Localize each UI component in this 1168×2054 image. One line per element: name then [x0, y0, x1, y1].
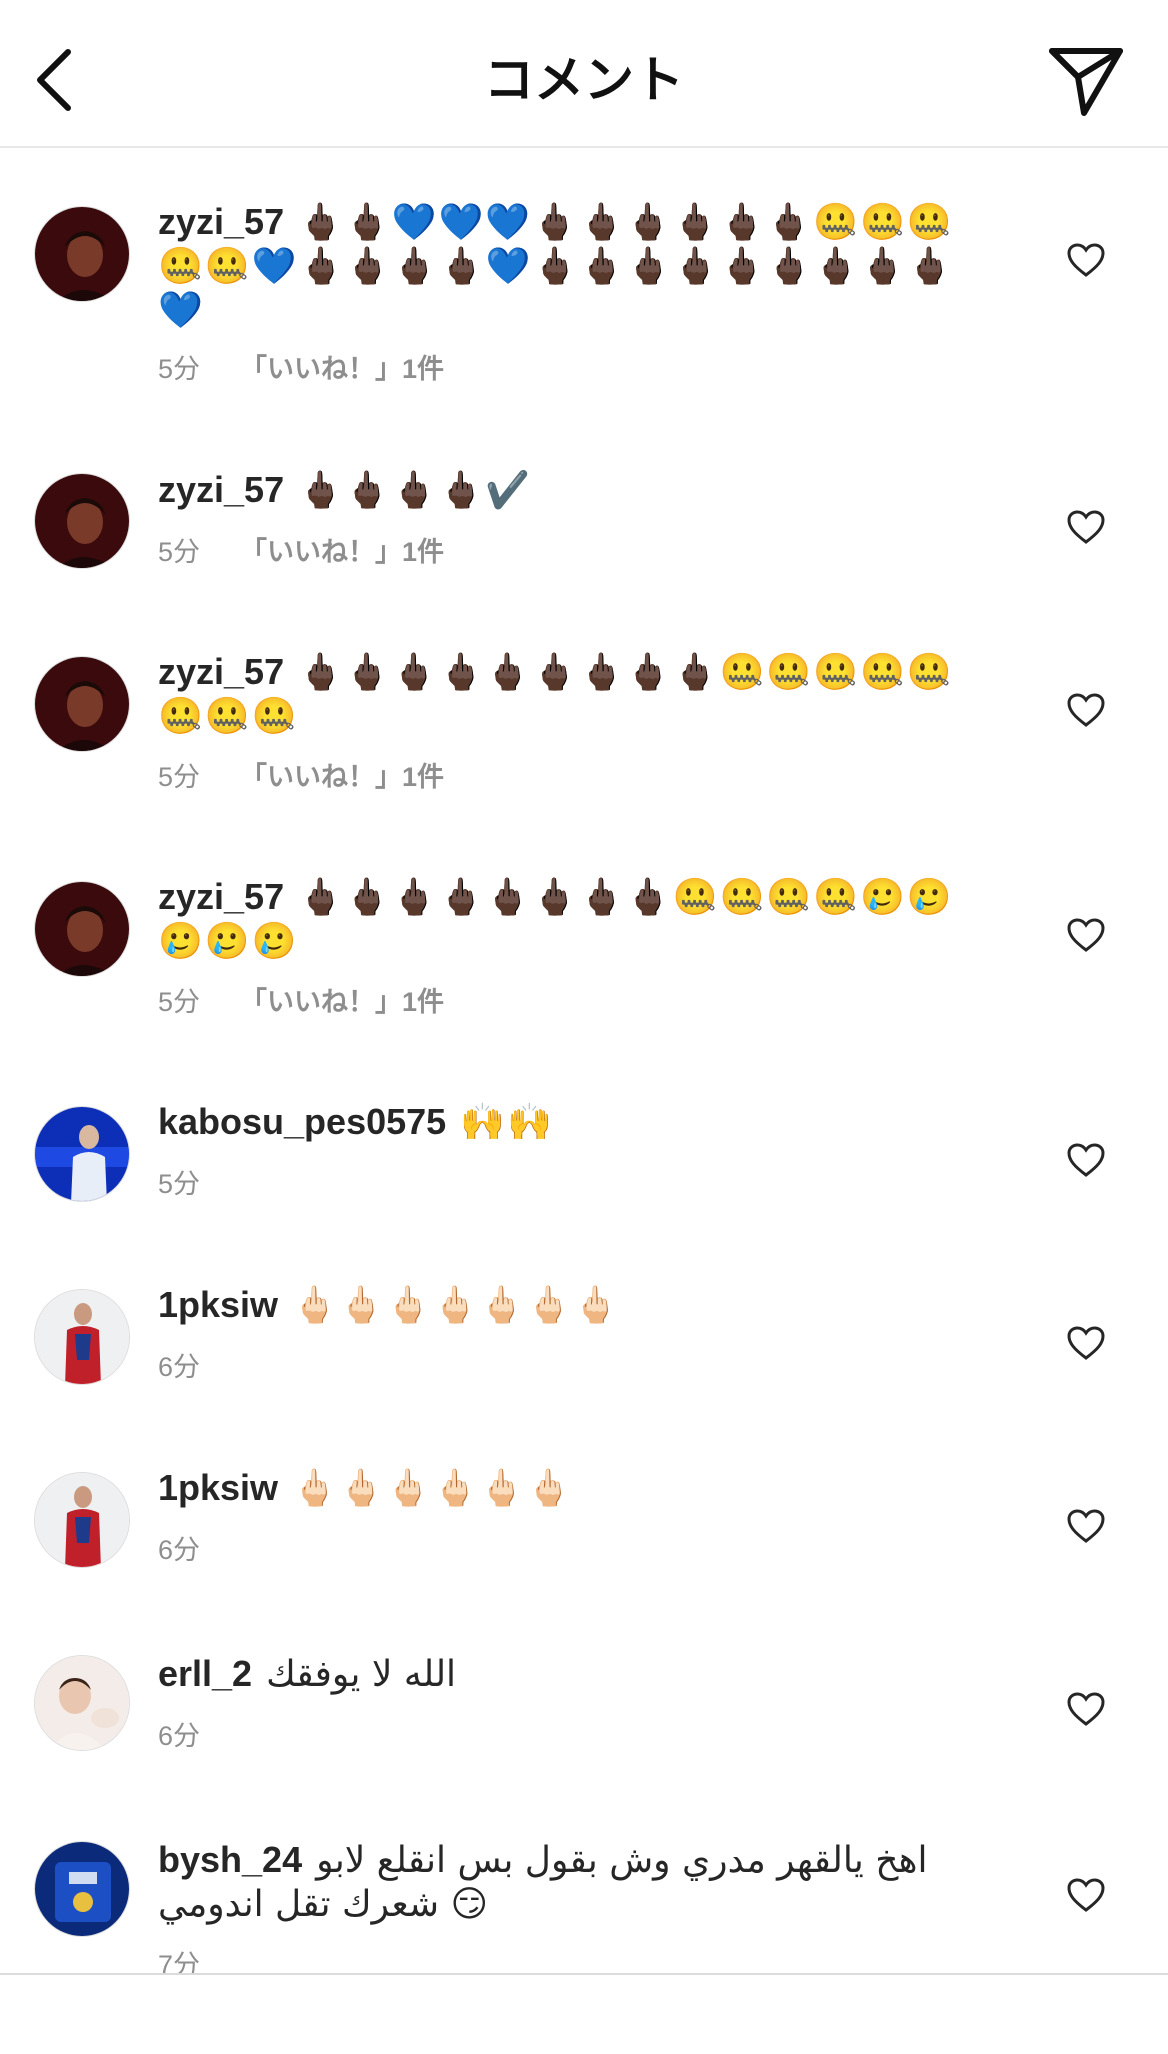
comment-time: 6分: [158, 1721, 201, 1751]
avatar[interactable]: [34, 1841, 130, 1937]
heart-icon: [1067, 918, 1105, 952]
like-button[interactable]: [1062, 236, 1110, 284]
comment-time: 6分: [158, 1535, 201, 1565]
share-button[interactable]: [1044, 40, 1128, 124]
comment-body: zyzi_57 🖕🏿🖕🏿🖕🏿🖕🏿✔️: [158, 468, 968, 512]
header-bar: コメント: [0, 0, 1168, 148]
comment-text: 🖕🏿🖕🏿🖕🏿🖕🏿✔️: [298, 470, 533, 511]
heart-icon: [1067, 243, 1105, 277]
comment-meta: 6分: [158, 1533, 240, 1567]
comment-likes[interactable]: 「いいね！」1件: [240, 762, 444, 792]
comment-username[interactable]: zyzi_57: [158, 201, 284, 242]
comment-time: 5分: [158, 354, 201, 384]
avatar[interactable]: [34, 1472, 130, 1568]
like-button[interactable]: [1062, 1319, 1110, 1367]
comment-text: 🖕🏻🖕🏻🖕🏻🖕🏻🖕🏻🖕🏻🖕🏻: [292, 1285, 620, 1326]
avatar[interactable]: [34, 1106, 130, 1202]
avatar[interactable]: [34, 1289, 130, 1385]
comment-time: 5分: [158, 987, 201, 1017]
comment-body: zyzi_57 🖕🏿🖕🏿🖕🏿🖕🏿🖕🏿🖕🏿🖕🏿🖕🏿🖕🏿🤐🤐🤐🤐🤐🤐🤐🤐: [158, 650, 968, 738]
like-button[interactable]: [1062, 1502, 1110, 1550]
like-button[interactable]: [1062, 911, 1110, 959]
heart-icon: [1067, 1326, 1105, 1360]
like-button[interactable]: [1062, 1136, 1110, 1184]
comment-meta: 5分 「いいね！」1件: [158, 760, 444, 794]
comment-meta: 5分 「いいね！」1件: [158, 352, 444, 386]
comment-time: 5分: [158, 537, 201, 567]
comment-username[interactable]: 1pksiw: [158, 1467, 278, 1508]
comment-time: 5分: [158, 1169, 201, 1199]
comment-meta: 6分: [158, 1719, 240, 1753]
comment-body: erll_2 الله لا يوفقك: [158, 1652, 968, 1696]
like-button[interactable]: [1062, 686, 1110, 734]
comment-username[interactable]: zyzi_57: [158, 651, 284, 692]
comment-body: kabosu_pes0575 🙌🙌: [158, 1100, 968, 1144]
avatar[interactable]: [34, 1655, 130, 1751]
comment-body: 1pksiw 🖕🏻🖕🏻🖕🏻🖕🏻🖕🏻🖕🏻: [158, 1466, 968, 1510]
heart-icon: [1067, 693, 1105, 727]
avatar[interactable]: [34, 206, 130, 302]
comment-meta: 6分: [158, 1350, 240, 1384]
comment-meta: 5分 「いいね！」1件: [158, 985, 444, 1019]
comment-body: 1pksiw 🖕🏻🖕🏻🖕🏻🖕🏻🖕🏻🖕🏻🖕🏻: [158, 1283, 968, 1327]
like-button[interactable]: [1062, 1685, 1110, 1733]
heart-icon: [1067, 1878, 1105, 1912]
comment-username[interactable]: kabosu_pes0575: [158, 1101, 446, 1142]
paper-plane-icon: [1049, 48, 1123, 116]
avatar[interactable]: [34, 656, 130, 752]
avatar[interactable]: [34, 473, 130, 569]
comment-body: zyzi_57 🖕🏿🖕🏿💙💙💙🖕🏿🖕🏿🖕🏿🖕🏿🖕🏿🖕🏿🤐🤐🤐🤐🤐💙🖕🏿🖕🏿🖕🏿🖕🏿…: [158, 200, 968, 332]
comment-text: الله لا يوفقك: [266, 1654, 457, 1695]
avatar[interactable]: [34, 881, 130, 977]
comment-time: 6分: [158, 1352, 201, 1382]
comment-username[interactable]: bysh_24: [158, 1839, 302, 1880]
comment-likes[interactable]: 「いいね！」1件: [240, 354, 444, 384]
comment-username[interactable]: erll_2: [158, 1653, 252, 1694]
comment-body: bysh_24 اهخ يالقهر مدري وش بقول بس انقلع …: [158, 1838, 968, 1926]
comment-meta: 5分: [158, 1167, 240, 1201]
comment-composer-bar: [0, 1973, 1168, 2054]
heart-icon: [1067, 510, 1105, 544]
like-button[interactable]: [1062, 503, 1110, 551]
comment-username[interactable]: 1pksiw: [158, 1284, 278, 1325]
comment-likes[interactable]: 「いいね！」1件: [240, 987, 444, 1017]
comment-username[interactable]: zyzi_57: [158, 876, 284, 917]
page-title: コメント: [484, 52, 684, 108]
comment-text: 🖕🏻🖕🏻🖕🏻🖕🏻🖕🏻🖕🏻: [292, 1468, 574, 1509]
like-button[interactable]: [1062, 1871, 1110, 1919]
heart-icon: [1067, 1692, 1105, 1726]
comment-body: zyzi_57 🖕🏿🖕🏿🖕🏿🖕🏿🖕🏿🖕🏿🖕🏿🖕🏿🤐🤐🤐🤐🥲🥲🥲🥲🥲: [158, 875, 968, 963]
comment-likes[interactable]: 「いいね！」1件: [240, 537, 444, 567]
comment-time: 5分: [158, 762, 201, 792]
heart-icon: [1067, 1509, 1105, 1543]
comment-meta: 5分 「いいね！」1件: [158, 535, 444, 569]
heart-icon: [1067, 1143, 1105, 1177]
comment-username[interactable]: zyzi_57: [158, 469, 284, 510]
comment-text: 🙌🙌: [460, 1102, 554, 1143]
